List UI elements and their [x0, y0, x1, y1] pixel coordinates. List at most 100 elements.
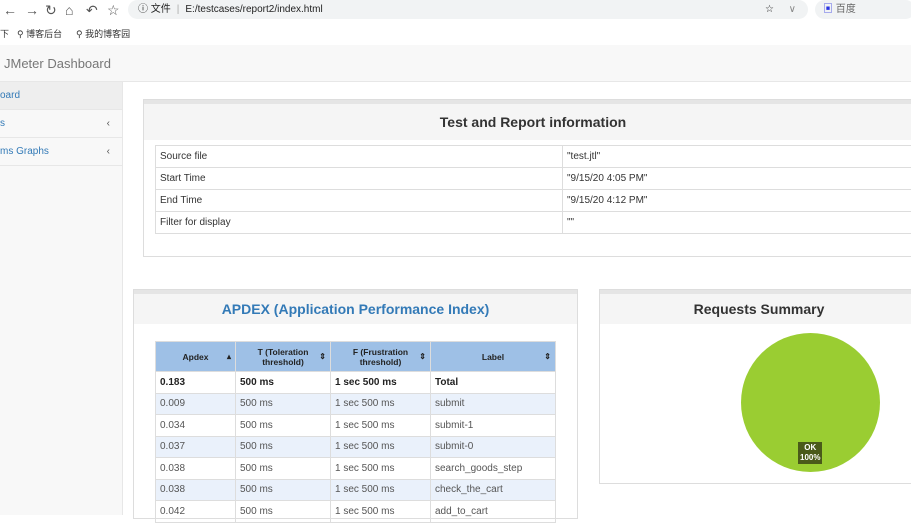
sort-icon: ⇕ [544, 352, 551, 361]
table-row: 0.038500 ms1 sec 500 mssearch_goods_step [156, 458, 556, 480]
search-engine-label: 百度 [836, 4, 856, 15]
info-row: Source file"test.jtl" [156, 146, 911, 168]
star-icon[interactable]: ☆ [107, 2, 120, 19]
bookmark-博客后台[interactable]: ⚲ 博客后台 [17, 27, 62, 40]
slice-percent: 100% [800, 453, 820, 463]
bookmark[interactable]: 下 [0, 27, 9, 40]
table-cell: search_goods_step [431, 458, 556, 480]
column-header-toleration[interactable]: T (Toleration threshold) ⇕ [236, 342, 331, 372]
column-header-apdex[interactable]: Apdex ▴ [156, 342, 236, 372]
table-cell: 500 ms [236, 436, 331, 458]
table-cell: 500 ms [236, 393, 331, 415]
table-cell: submit [431, 393, 556, 415]
table-cell: 500 ms [236, 479, 331, 501]
apdex-table: Apdex ▴ T (Toleration threshold) ⇕ F (Frus… [155, 341, 556, 523]
panel-title: APDEX (Application Performance Index) [134, 290, 577, 324]
sort-asc-icon: ▴ [227, 352, 231, 361]
header-label: Apdex [183, 352, 209, 362]
test-report-info-panel: Test and Report information Source file"… [143, 99, 911, 257]
search-box[interactable]: ▣ 百度 [815, 0, 911, 19]
table-cell: 1 sec 500 ms [331, 436, 431, 458]
column-header-label[interactable]: Label ⇕ [431, 342, 556, 372]
pie-label: OK100% [798, 442, 822, 464]
table-cell: submit-1 [431, 415, 556, 437]
table-row: 0.038500 ms1 sec 500 mscheck_the_cart [156, 479, 556, 501]
table-cell: add_to_cart [431, 501, 556, 523]
table-row: 0.042500 ms1 sec 500 msadd_to_cart [156, 501, 556, 523]
bookmark-label: 我的博客园 [85, 29, 130, 39]
info-key: Filter for display [156, 212, 563, 234]
app-title[interactable]: JMeter Dashboard [4, 56, 111, 71]
bookmark-star-icon[interactable]: ☆ [765, 0, 774, 19]
table-cell: 0.034 [156, 415, 236, 437]
url-prefix: 文件 [151, 4, 171, 15]
sidebar-item-custom-graphs[interactable]: ms Graphs ‹ [0, 138, 122, 166]
sidebar-item-label: s [0, 118, 5, 129]
header-label: F (Frustration threshold) [353, 347, 408, 367]
apdex-panel: APDEX (Application Performance Index) Ap… [133, 289, 578, 519]
table-cell: 500 ms [236, 458, 331, 480]
panel-title: Requests Summary [600, 290, 911, 324]
sidebar-item-dashboard[interactable]: oard [0, 82, 122, 110]
table-cell: 0.038 [156, 479, 236, 501]
home-icon[interactable]: ⌂ [65, 2, 73, 18]
table-cell: 1 sec 500 ms [331, 393, 431, 415]
chevron-down-icon[interactable]: ∨ [789, 0, 796, 19]
info-icon: ⓘ [138, 4, 151, 15]
chevron-left-icon: ‹ [107, 138, 110, 166]
table-cell: submit-0 [431, 436, 556, 458]
info-table: Source file"test.jtl"Start Time"9/15/20 … [155, 145, 911, 234]
table-cell: 500 ms [236, 415, 331, 437]
sort-icon: ⇕ [319, 352, 326, 361]
table-cell: 0.038 [156, 458, 236, 480]
table-cell: 1 sec 500 ms [331, 415, 431, 437]
table-cell: check_the_cart [431, 479, 556, 501]
panel-title: Test and Report information [144, 100, 911, 140]
info-key: End Time [156, 190, 563, 212]
sidebar-item-label: oard [0, 90, 20, 101]
sidebar: oard s‹ ms Graphs‹ [0, 82, 123, 515]
table-row: 0.034500 ms1 sec 500 mssubmit-1 [156, 415, 556, 437]
info-value: "9/15/20 4:12 PM" [563, 190, 911, 212]
sort-icon: ⇕ [419, 352, 426, 361]
info-row: Start Time"9/15/20 4:05 PM" [156, 168, 911, 190]
undo-icon[interactable]: ↶ [86, 2, 98, 19]
table-row: 0.037500 ms1 sec 500 mssubmit-0 [156, 436, 556, 458]
info-row: Filter for display"" [156, 212, 911, 234]
table-cell: 500 ms [236, 372, 331, 394]
requests-summary-panel: Requests Summary OK100% [599, 289, 911, 484]
bookmark-我的博客园[interactable]: ⚲ 我的博客园 [76, 27, 130, 40]
back-icon[interactable]: ← [3, 2, 17, 18]
column-header-frustration[interactable]: F (Frustration threshold) ⇕ [331, 342, 431, 372]
sidebar-item-charts[interactable]: s‹ [0, 110, 122, 138]
table-cell: 0.009 [156, 393, 236, 415]
table-cell: 0.042 [156, 501, 236, 523]
info-value: "test.jtl" [563, 146, 911, 168]
forward-icon[interactable]: → [25, 2, 39, 18]
info-key: Start Time [156, 168, 563, 190]
app-header: JMeter Dashboard [0, 45, 911, 82]
table-cell: 1 sec 500 ms [331, 372, 431, 394]
table-cell: Total [431, 372, 556, 394]
table-cell: 0.183 [156, 372, 236, 394]
table-cell: 1 sec 500 ms [331, 479, 431, 501]
reload-icon[interactable]: ↻ [45, 2, 57, 19]
sidebar-item-label: ms Graphs [0, 146, 49, 157]
baidu-icon: ▣ [823, 4, 833, 15]
header-label: Label [482, 352, 504, 362]
info-value: "" [563, 212, 911, 234]
table-cell: 1 sec 500 ms [331, 458, 431, 480]
address-bar[interactable]: ⓘ 文件|E:/testcases/report2/index.html ☆∨ [128, 0, 808, 19]
browser-toolbar: ← → ↻ ⌂ ↶ ☆ ⓘ 文件|E:/testcases/report2/in… [0, 0, 911, 21]
table-row: 0.183500 ms1 sec 500 msTotal [156, 372, 556, 394]
header-label: T (Toleration threshold) [258, 347, 309, 367]
table-cell: 1 sec 500 ms [331, 501, 431, 523]
bookmark-label: 博客后台 [26, 29, 62, 39]
info-value: "9/15/20 4:05 PM" [563, 168, 911, 190]
table-row: 0.009500 ms1 sec 500 mssubmit [156, 393, 556, 415]
url-text: E:/testcases/report2/index.html [185, 4, 322, 15]
chevron-left-icon: ‹ [107, 110, 110, 138]
table-cell: 500 ms [236, 501, 331, 523]
table-cell: 0.037 [156, 436, 236, 458]
info-key: Source file [156, 146, 563, 168]
